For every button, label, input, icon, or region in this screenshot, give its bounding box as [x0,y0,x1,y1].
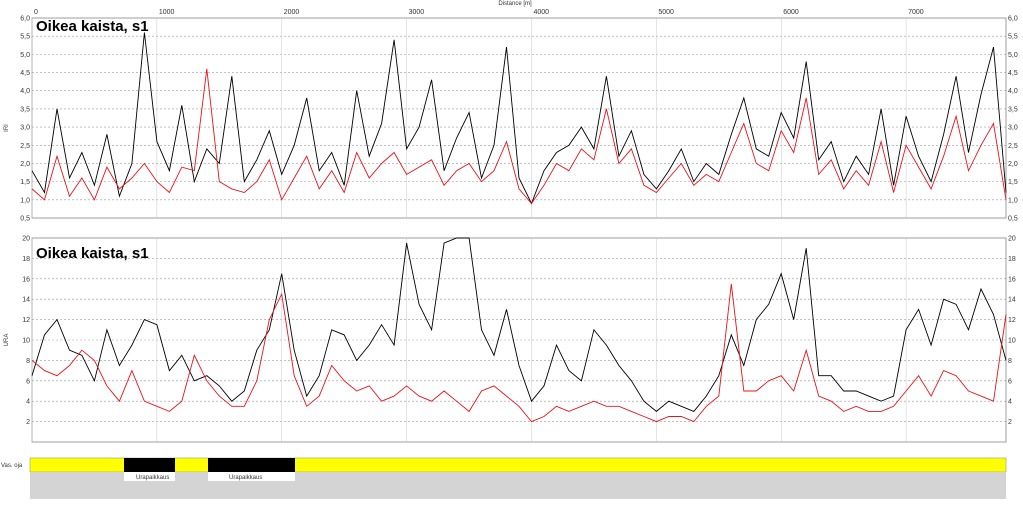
panel1-y-tick-right: 5,5 [1008,34,1018,41]
panel2-y-tick-left: 14 [22,297,30,304]
panel1-y-tick-left: 5,5 [20,34,30,41]
panel2-y-tick-right: 20 [1008,236,1016,243]
panel2-y-tick-left: 18 [22,256,30,263]
panel2-y-tick-right: 10 [1008,338,1016,345]
panel2-y-tick-left: 8 [26,358,30,365]
panel1-y-tick-left: 1,5 [20,179,30,186]
x-tick-label: 1000 [159,9,175,16]
panel1-y-tick-left: 4,5 [20,70,30,77]
panel1-y-tick-left: 3,5 [20,106,30,113]
panel1-title: Oikea kaista, s1 [36,18,149,35]
x-tick-label: 6000 [783,9,799,16]
panel2-y-tick-right: 4 [1008,399,1012,406]
panel1-y-tick-left: 3,0 [20,125,30,132]
panel2-title: Oikea kaista, s1 [36,245,149,262]
strip-yellow-bar [29,457,1007,473]
panel2-y-tick-left: 2 [26,419,30,426]
panel1-y-tick-right: 6,0 [1008,16,1018,23]
panel1-y-tick-right: 4,5 [1008,70,1018,77]
x-tick-label: 3000 [409,9,425,16]
panel1-y-tick-right: 0,5 [1008,216,1018,223]
panel2-y-tick-left: 12 [22,317,30,324]
panel1-y-tick-left: 6,0 [20,16,30,23]
panel1-y-tick-right: 1,5 [1008,179,1018,186]
panel1-ylabel: IRI [4,124,10,132]
panel1-y-tick-right: 2,0 [1008,161,1018,168]
panel2-y-tick-right: 14 [1008,297,1016,304]
panel2-y-tick-right: 2 [1008,419,1012,426]
strip-label: Vas. oja [1,463,23,469]
panel2-y-tick-left: 10 [22,338,30,345]
panel1-y-tick-right: 4,0 [1008,88,1018,95]
panel2-y-tick-right: 6 [1008,378,1012,385]
panel2-ylabel: URA [4,334,10,347]
panel1-y-tick-right: 3,0 [1008,125,1018,132]
panel2-y-tick-right: 18 [1008,256,1016,263]
x-axis-label: Distance [m] [498,1,532,7]
panel2-y-tick-left: 6 [26,378,30,385]
x-axis-ticks: 0 1000 2000 3000 4000 5000 6000 7000 [34,9,924,16]
panel1-y-tick-left: 2,0 [20,161,30,168]
road-survey-chart: Distance [m] 0 1000 2000 3000 4000 5000 6000 70… [1,1,1018,499]
panel2-y-tick-right: 16 [1008,276,1016,283]
panel2-y-tick-right: 8 [1008,358,1012,365]
x-tick-label: 5000 [658,9,674,16]
panel1-y-tick-left: 2,5 [20,143,30,150]
x-tick-label: 0 [34,9,38,16]
panel1-y-tick-left: 1,0 [20,197,30,204]
bottom-gray-area [30,472,1006,499]
strip-segment-label-2-front: Urapaikkaus [229,475,262,481]
strip-black-segment-1 [124,458,175,472]
panel2-y-tick-left: 4 [26,399,30,406]
panel1-y-tick-right: 3,5 [1008,106,1018,113]
panel2-y-tick-left: 16 [22,276,30,283]
x-tick-label: 7000 [908,9,924,16]
panel2-y-tick-left: 20 [22,236,30,243]
panel2-y-tick-right: 12 [1008,317,1016,324]
x-tick-label: 2000 [284,9,300,16]
panel1-y-tick-left: 4,0 [20,88,30,95]
panel1-y-tick-left: 5,0 [20,52,30,59]
panel1-y-tick-right: 5,0 [1008,52,1018,59]
panel2-plot-area [31,237,1007,443]
strip-segment-label-1-front: Urapaikkaus [136,475,169,481]
x-tick-label: 4000 [533,9,549,16]
strip-black-segment-2 [208,458,295,472]
panel1-y-tick-left: 0,5 [20,216,30,223]
panel1-y-tick-right: 1,0 [1008,197,1018,204]
panel1-y-tick-right: 2,5 [1008,143,1018,150]
